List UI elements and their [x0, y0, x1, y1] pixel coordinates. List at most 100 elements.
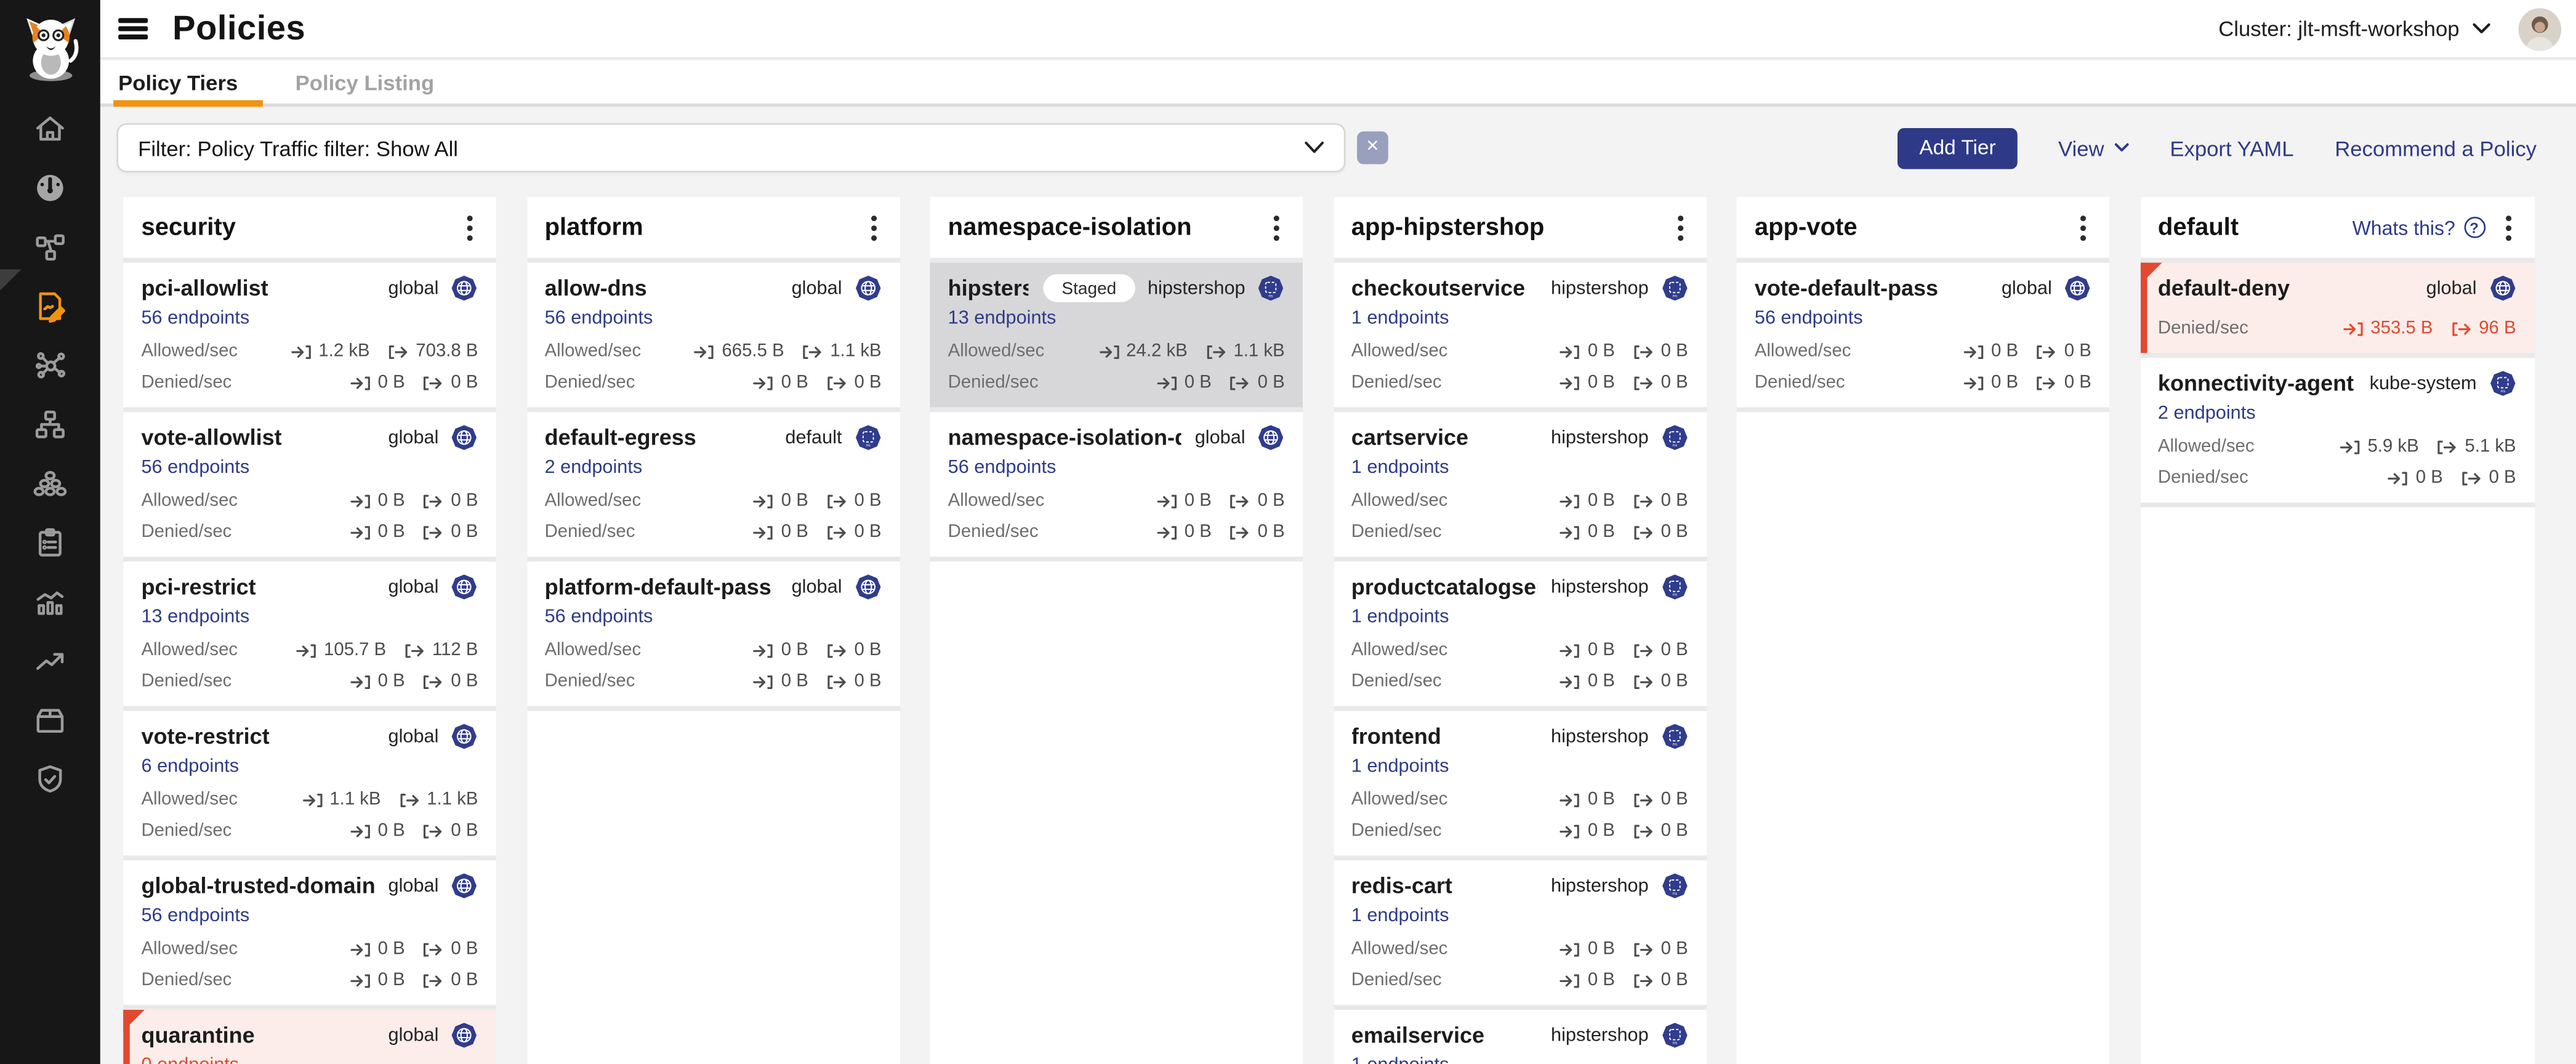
endpoints-link[interactable]: 56 endpoints	[545, 608, 653, 629]
stat-label: Denied/sec	[2158, 468, 2248, 490]
stat-row: Allowed/sec0 B0 B	[545, 640, 882, 662]
endpoints-link[interactable]: 1 endpoints	[1351, 608, 1449, 629]
cluster-selector[interactable]: Cluster: jlt-msft-workshop	[2218, 17, 2490, 41]
policy-card-platform-default-pass[interactable]: platform-default-passglobal56 endpointsA…	[526, 562, 900, 706]
stat-label: Denied/sec	[545, 672, 635, 693]
stat-label: Denied/sec	[1351, 970, 1442, 992]
policy-name: frontend	[1351, 724, 1441, 749]
policy-card-emailservice[interactable]: emailservicehipstershopns1 endpointsAllo…	[1333, 1010, 1706, 1064]
kebab-menu-icon	[1676, 214, 1683, 241]
sidebar-item-endpoints[interactable]	[0, 453, 100, 512]
scope-label: hipstershop	[1551, 727, 1649, 746]
policy-card-namespace-isolation-default-p[interactable]: namespace-isolation-default-p…global56 e…	[930, 412, 1303, 557]
ingress-icon	[1560, 941, 1582, 959]
calico-cat-logo-icon	[19, 12, 81, 84]
policy-card-pci-restrict[interactable]: pci-restrictglobal13 endpointsAllowed/se…	[123, 562, 496, 706]
sidebar-item-service-graph[interactable]	[0, 335, 100, 394]
tier-menu-button[interactable]	[2500, 211, 2516, 244]
endpoints-link[interactable]: 1 endpoints	[1351, 458, 1449, 480]
endpoints-link[interactable]: 1 endpoints	[1351, 308, 1449, 330]
tab-policy-listing[interactable]: Policy Listing	[296, 61, 435, 103]
export-yaml-button[interactable]: Export YAML	[2170, 135, 2293, 160]
policy-card-vote-default-pass[interactable]: vote-default-passglobal56 endpointsAllow…	[1736, 263, 2109, 408]
endpoints-link[interactable]: 13 endpoints	[948, 308, 1057, 330]
endpoints-link[interactable]: 2 endpoints	[2158, 404, 2256, 425]
tier-menu-button[interactable]	[2075, 211, 2091, 244]
egress-icon	[1230, 493, 1251, 510]
policy-card-vote-restrict[interactable]: vote-restrictglobal6 endpointsAllowed/se…	[123, 711, 496, 856]
sidebar-item-network-topology[interactable]	[0, 217, 100, 276]
avatar[interactable]	[2519, 7, 2561, 50]
menu-icon[interactable]	[118, 18, 148, 39]
sidebar-item-hierarchy[interactable]	[0, 394, 100, 453]
endpoints-link[interactable]: 56 endpoints	[948, 458, 1057, 480]
tier-menu-button[interactable]	[1672, 211, 1688, 244]
policy-filter-dropdown[interactable]: Filter: Policy Traffic filter: Show All	[116, 123, 1345, 172]
sidebar-item-threat-defense[interactable]	[0, 749, 100, 808]
tier-menu-button[interactable]	[865, 211, 882, 244]
policy-card-default-egress[interactable]: default-egressdefaultns2 endpointsAllowe…	[526, 412, 900, 557]
policy-card-vote-allowlist[interactable]: vote-allowlistglobal56 endpointsAllowed/…	[123, 412, 496, 557]
endpoints-link[interactable]: 0 endpoints	[141, 1056, 239, 1064]
endpoints-link[interactable]: 2 endpoints	[545, 458, 643, 480]
ingress-icon	[1098, 343, 1120, 361]
tier-header: defaultWhats this??	[2140, 197, 2534, 258]
scope-label: global	[792, 577, 842, 597]
endpoints-link[interactable]: 1 endpoints	[1351, 906, 1449, 928]
add-tier-button[interactable]: Add Tier	[1898, 127, 2018, 169]
endpoints-link[interactable]: 56 endpoints	[141, 458, 249, 480]
stat-label: Denied/sec	[141, 970, 231, 992]
policy-card-productcatalogservice[interactable]: productcatalogservicehipstershopns1 endp…	[1333, 562, 1706, 706]
stat-row: Allowed/sec1.2 kB703.8 B	[141, 342, 478, 363]
endpoints-link[interactable]: 56 endpoints	[141, 906, 249, 928]
tier-menu-button[interactable]	[1268, 211, 1285, 244]
stat-value-in: 0 B	[1588, 821, 1615, 842]
endpoints-link[interactable]: 6 endpoints	[141, 757, 239, 778]
endpoints-link[interactable]: 56 endpoints	[1755, 308, 1863, 330]
stat-value-in: 0 B	[1991, 342, 2018, 363]
endpoints-link[interactable]: 56 endpoints	[141, 308, 249, 330]
policy-name: vote-default-pass	[1755, 276, 1938, 300]
recommend-policy-button[interactable]: Recommend a Policy	[2335, 135, 2537, 160]
view-menu-button[interactable]: View	[2058, 135, 2129, 160]
svg-text:ns: ns	[1672, 294, 1676, 298]
tab-policy-tiers[interactable]: Policy Tiers	[118, 61, 238, 103]
sidebar-item-compliance[interactable]	[0, 512, 100, 571]
endpoints-link[interactable]: 56 endpoints	[545, 308, 653, 330]
calico-logo[interactable]	[0, 0, 100, 86]
global-scope-icon	[2063, 274, 2091, 302]
whats-this-link[interactable]: Whats this??	[2353, 216, 2485, 239]
tier-menu-button[interactable]	[462, 211, 478, 244]
sidebar-item-timeline[interactable]	[0, 571, 100, 631]
policy-card-allow-dns[interactable]: allow-dnsglobal56 endpointsAllowed/sec66…	[526, 263, 900, 408]
sidebar-item-policies[interactable]	[0, 276, 100, 335]
endpoints-link[interactable]: 1 endpoints	[1351, 1056, 1449, 1064]
policy-card-default-deny[interactable]: default-denyglobalDenied/sec353.5 B96 B	[2140, 263, 2534, 353]
ingress-icon	[296, 642, 318, 660]
ingress-icon	[753, 493, 775, 510]
policy-card-konnectivity-agent[interactable]: konnectivity-agentkube-systemns2 endpoin…	[2140, 358, 2534, 502]
policy-card-checkoutservice[interactable]: checkoutservicehipstershopns1 endpointsA…	[1333, 263, 1706, 408]
help-icon[interactable]: ?	[2463, 217, 2485, 238]
policy-card-frontend[interactable]: frontendhipstershopns1 endpointsAllowed/…	[1333, 711, 1706, 856]
policy-card-hipstershop-gh[interactable]: hipstershop-gh…Stagedhipstershopns13 end…	[930, 263, 1303, 408]
clear-filter-button[interactable]: ✕	[1357, 131, 1388, 164]
sidebar-item-trends[interactable]	[0, 631, 100, 690]
stat-label: Allowed/sec	[545, 491, 642, 512]
stat-value-in: 0 B	[378, 522, 405, 544]
stat-label: Denied/sec	[1755, 373, 1845, 394]
policy-card-cartservice[interactable]: cartservicehipstershopns1 endpointsAllow…	[1333, 412, 1706, 557]
policy-card-pci-allowlist[interactable]: pci-allowlistglobal56 endpointsAllowed/s…	[123, 263, 496, 408]
egress-icon	[2461, 470, 2482, 488]
policy-card-redis-cart[interactable]: redis-carthipstershopns1 endpointsAllowe…	[1333, 860, 1706, 1005]
endpoints-link[interactable]: 13 endpoints	[141, 608, 249, 629]
policy-card-global-trusted-domains[interactable]: global-trusted-domainsglobal56 endpoints…	[123, 860, 496, 1005]
sidebar-item-dashboard[interactable]	[0, 158, 100, 217]
trending-arrow-icon	[33, 643, 67, 677]
endpoints-link[interactable]: 1 endpoints	[1351, 757, 1449, 778]
stat-label: Allowed/sec	[948, 342, 1045, 363]
policy-card-quarantine[interactable]: quarantineglobal0 endpoints	[123, 1010, 496, 1064]
sidebar-item-packages[interactable]	[0, 690, 100, 749]
policy-scope: global	[375, 1022, 478, 1049]
sidebar-item-home[interactable]	[0, 99, 100, 158]
